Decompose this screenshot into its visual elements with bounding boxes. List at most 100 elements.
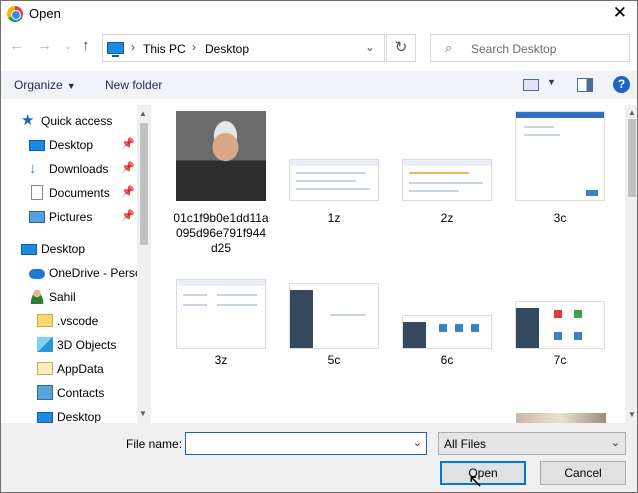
chevron-right-icon[interactable]: ›	[192, 40, 196, 54]
address-bar[interactable]: › This PC › Desktop ⌄	[102, 34, 385, 62]
thumbnail-line	[409, 182, 483, 184]
file-list: 01c1f9b0e1dd11a095d96e791f944d25 1z 2z 3…	[153, 105, 625, 423]
chevron-down-icon[interactable]: ⌄	[413, 436, 422, 449]
chevron-right-icon[interactable]: ›	[131, 40, 135, 54]
file-name-label: File name:	[126, 437, 183, 451]
nav-quick-access[interactable]: ★ Quick access	[1, 110, 137, 132]
nav-tree-onedrive[interactable]: OneDrive - Perso	[1, 262, 137, 284]
file-name-input[interactable]: ⌄	[185, 432, 427, 455]
back-arrow-icon[interactable]: ←	[9, 37, 24, 54]
file-item[interactable]: 01c1f9b0e1dd11a095d96e791f944d25	[173, 111, 269, 255]
nav-tree-3d-objects[interactable]: 3D Objects	[1, 334, 137, 356]
file-thumbnail	[402, 315, 492, 349]
chevron-down-icon[interactable]: ⌄	[611, 436, 620, 449]
nav-label: Documents	[49, 186, 110, 200]
help-icon[interactable]: ?	[613, 76, 630, 93]
forward-arrow-icon[interactable]: →	[37, 37, 52, 54]
thumbnail-button	[586, 190, 598, 196]
thumbnail-sidebar	[516, 308, 539, 348]
pin-icon: 📌	[121, 210, 135, 222]
file-item[interactable]: 5c	[286, 277, 382, 377]
thumbnail-sidebar	[403, 322, 426, 348]
recent-locations-chevron-icon[interactable]: ⌄	[64, 41, 72, 52]
nav-item-desktop[interactable]: Desktop 📌	[1, 134, 137, 156]
nav-item-downloads[interactable]: ↓ Downloads 📌	[1, 158, 137, 180]
scroll-thumb[interactable]	[140, 123, 148, 245]
file-item[interactable]: 3z	[173, 277, 269, 377]
thumbnail-bar	[177, 280, 265, 286]
download-icon: ↓	[29, 160, 37, 177]
nav-label: Downloads	[49, 162, 109, 176]
cancel-button[interactable]: Cancel	[540, 461, 626, 485]
thumbnail-line	[217, 294, 257, 296]
organize-button[interactable]: Organize ▼	[14, 78, 76, 92]
file-item[interactable]: 2z	[399, 111, 495, 231]
star-icon: ★	[21, 112, 35, 129]
scroll-up-icon[interactable]: ▲	[628, 108, 636, 117]
bottom-panel: File name: ⌄ All Files ⌄ Open Cancel ↖	[1, 423, 637, 492]
caret-down-icon: ▼	[66, 81, 76, 91]
file-item[interactable]: 1z	[286, 111, 382, 231]
thumbnail-line	[409, 172, 469, 174]
file-item[interactable]: 3c	[512, 111, 608, 231]
pin-icon: 📌	[121, 138, 135, 150]
file-list-scrollbar[interactable]: ▲ ▼	[625, 105, 637, 423]
thumbnail-sidebar	[290, 290, 313, 348]
pin-icon: 📌	[121, 186, 135, 198]
file-name: 01c1f9b0e1dd11a095d96e791f944d25	[173, 211, 269, 255]
command-bar: Organize ▼ New folder ▼ ?	[1, 71, 637, 99]
file-item[interactable]: 7c	[512, 277, 608, 377]
nav-tree-desktop[interactable]: Desktop	[1, 238, 137, 260]
document-icon	[31, 185, 43, 200]
chevron-down-icon[interactable]: ⌄	[365, 40, 375, 54]
scroll-down-icon[interactable]: ▼	[628, 410, 636, 419]
file-thumbnail	[289, 159, 379, 201]
organize-label: Organize	[14, 78, 63, 92]
file-thumbnail	[176, 279, 266, 349]
breadcrumb-desktop[interactable]: Desktop	[205, 42, 249, 56]
nav-label: .vscode	[57, 314, 99, 328]
pin-icon: 📌	[121, 162, 135, 174]
file-type-select[interactable]: All Files ⌄	[438, 432, 626, 455]
thumbnail-line	[183, 304, 207, 306]
folder-icon	[37, 314, 53, 327]
nav-tree-vscode[interactable]: .vscode	[1, 310, 137, 332]
thumbnail-line	[524, 134, 560, 136]
refresh-button[interactable]: ↻	[386, 34, 416, 62]
nav-tree-contacts[interactable]: Contacts	[1, 382, 137, 404]
view-options-caret-icon[interactable]: ▼	[547, 77, 556, 87]
file-name: 3z	[214, 353, 228, 367]
nav-tree-sahil[interactable]: Sahil	[1, 286, 137, 308]
scroll-thumb[interactable]	[628, 119, 636, 197]
chrome-icon	[7, 6, 23, 22]
nav-label: Quick access	[41, 114, 113, 128]
desktop-icon	[29, 140, 45, 151]
search-input[interactable]: ⌕ Search Desktop	[430, 34, 630, 62]
window-title: Open	[29, 6, 61, 21]
thumbnail-line	[524, 126, 554, 128]
thumbnail-tile	[554, 332, 562, 340]
this-pc-icon	[107, 42, 124, 57]
refresh-icon: ↻	[394, 39, 408, 56]
file-item[interactable]: 6c	[399, 277, 495, 377]
thumbnail-line	[330, 314, 366, 316]
file-name: 5c	[327, 353, 341, 367]
nav-item-documents[interactable]: Documents 📌	[1, 182, 137, 204]
scroll-up-icon[interactable]: ▲	[139, 109, 147, 118]
desktop-icon	[37, 412, 53, 423]
nav-tree-appdata[interactable]: AppData	[1, 358, 137, 380]
scroll-down-icon[interactable]: ▼	[139, 409, 147, 418]
close-icon[interactable]: ✕	[613, 3, 627, 23]
nav-label: 3D Objects	[57, 338, 117, 352]
change-view-icon[interactable]	[523, 79, 539, 91]
nav-scrollbar[interactable]: ▲ ▼	[137, 105, 151, 423]
breadcrumb-this-pc[interactable]: This PC	[143, 42, 186, 56]
preview-pane-icon[interactable]	[577, 78, 593, 92]
file-thumbnail	[289, 283, 379, 349]
new-folder-button[interactable]: New folder	[105, 78, 162, 92]
title-bar: Open ✕	[1, 1, 637, 27]
thumbnail-bar	[290, 160, 378, 166]
3d-objects-icon	[37, 337, 53, 352]
nav-item-pictures[interactable]: Pictures 📌	[1, 206, 137, 228]
up-arrow-icon[interactable]: ↑	[82, 37, 90, 54]
